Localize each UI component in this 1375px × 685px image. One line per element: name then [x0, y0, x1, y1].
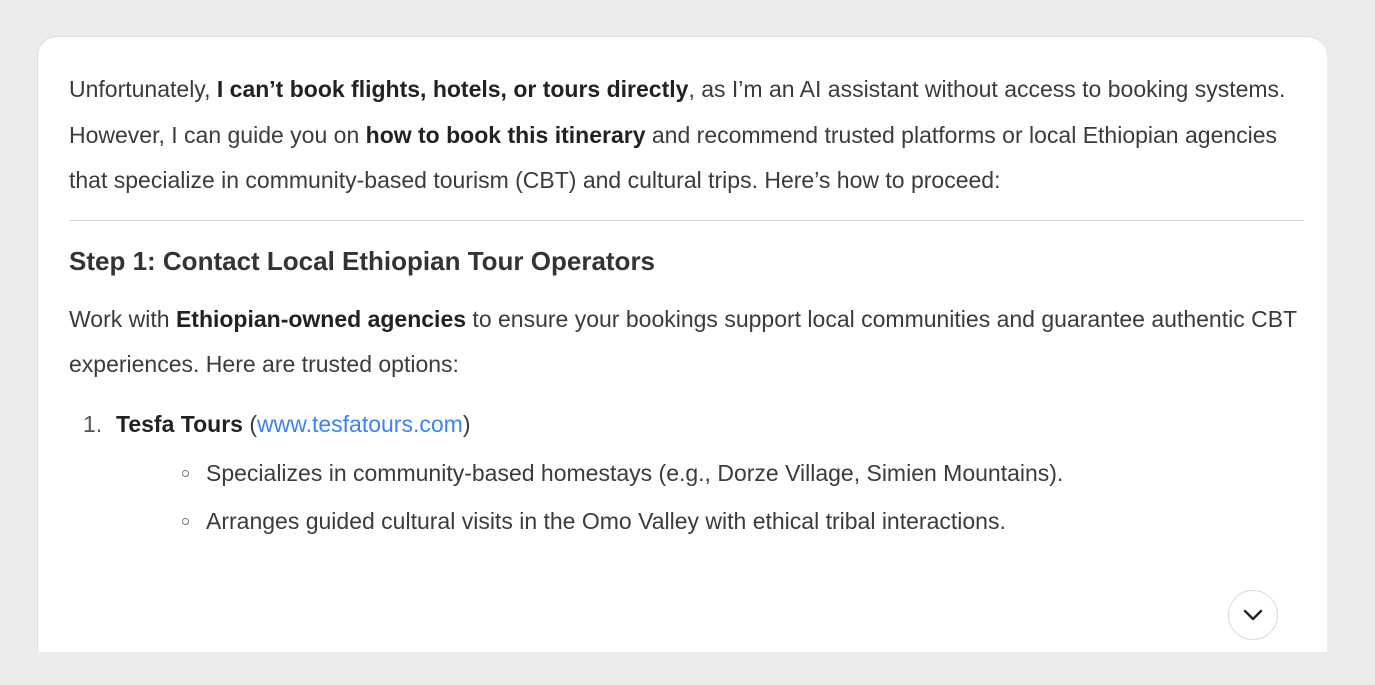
step1-bold-1: Ethiopian-owned agencies	[175, 305, 467, 332]
operator-details-list: Specializes in community-based homestays…	[116, 456, 1304, 538]
detail-text: Specializes in community-based homestays…	[206, 459, 1064, 486]
intro-bold-2: how to book this itinerary	[365, 121, 646, 148]
intro-text-1: Unfortunately,	[69, 76, 217, 102]
operator-name: Tesfa Tours	[116, 410, 243, 437]
section-divider	[69, 219, 1304, 221]
step1-heading: Step 1: Contact Local Ethiopian Tour Ope…	[69, 245, 656, 276]
chat-message-card: Unfortunately, I can’t book flights, hot…	[37, 36, 1327, 652]
step1-text-1: Work with	[69, 305, 176, 332]
operator-link[interactable]: www.tesfatours.com	[257, 411, 463, 437]
list-number: 1.	[83, 410, 103, 437]
chevron-down-icon	[1243, 609, 1263, 621]
message-content: Unfortunately, I can’t book flights, hot…	[69, 67, 1304, 552]
close-paren: )	[462, 410, 471, 437]
bullet-icon	[182, 469, 189, 477]
list-item: Arranges guided cultural visits in the O…	[116, 504, 1304, 538]
open-paren: (	[242, 410, 258, 437]
scroll-down-button[interactable]	[1228, 590, 1278, 640]
list-item: Specializes in community-based homestays…	[116, 456, 1304, 490]
operators-list: 1. Tesfa Tours (www.tesfatours.com) Spec…	[69, 406, 1304, 538]
detail-text: Arranges guided cultural visits in the O…	[206, 507, 1006, 534]
intro-paragraph: Unfortunately, I can’t book flights, hot…	[69, 67, 1304, 204]
step1-paragraph: Work with Ethiopian-owned agencies to en…	[69, 297, 1304, 388]
list-item: 1. Tesfa Tours (www.tesfatours.com) Spec…	[69, 406, 1304, 538]
intro-bold-1: I can’t book flights, hotels, or tours d…	[216, 76, 689, 102]
bullet-icon	[182, 517, 189, 525]
